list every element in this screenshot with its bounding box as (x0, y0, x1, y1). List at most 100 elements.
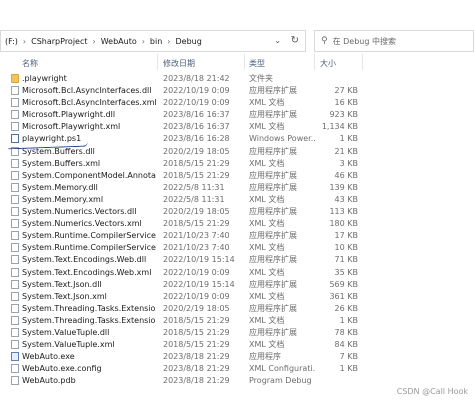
breadcrumb-drive[interactable]: (F:) (5, 37, 18, 46)
file-size: 27 KB (334, 86, 358, 96)
file-size: 1 KB (339, 134, 358, 144)
file-type: XML 文档 (249, 122, 285, 132)
file-row[interactable]: Microsoft.Bcl.AsyncInterfaces.dll 2022/10… (0, 85, 474, 97)
file-name: WebAuto.exe.config (22, 364, 102, 374)
breadcrumb-csharpproject[interactable]: CSharpProject (31, 37, 87, 46)
file-row[interactable]: System.Memory.xml 2022/5/8 11:31 XML 文档 43 … (0, 194, 474, 206)
file-row[interactable]: System.Threading.Tasks.Extensions.dll 202… (0, 303, 474, 315)
file-row[interactable]: System.Runtime.CompilerServices.Un... 202… (0, 242, 474, 254)
file-row[interactable]: System.Buffers.xml 2018/5/15 21:29 XML 文档 3… (0, 158, 474, 170)
breadcrumb-webauto[interactable]: WebAuto (101, 37, 137, 46)
file-date: 2023/8/18 21:42 (163, 74, 230, 83)
file-name: System.Memory.xml (22, 194, 104, 204)
dll-icon (11, 110, 19, 120)
file-size: 84 KB (334, 340, 358, 350)
file-size: 71 KB (334, 255, 358, 265)
column-divider[interactable] (314, 54, 315, 70)
folder-icon (11, 74, 19, 83)
file-row[interactable]: .playwright 2023/8/18 21:42 文件夹 (0, 73, 474, 85)
file-row[interactable]: System.Numerics.Vectors.dll 2020/2/19 18:… (0, 206, 474, 218)
dll-icon (11, 86, 19, 96)
file-name: System.Text.Encodings.Web.xml (22, 267, 152, 277)
xml-icon (11, 315, 19, 325)
file-type: XML 文档 (249, 158, 285, 168)
file-type: XML 文档 (249, 315, 285, 325)
search-input[interactable]: ⚲ 在 Debug 中搜索 (314, 30, 474, 52)
file-row[interactable]: WebAuto.exe.config 2023/8/18 21:29 XML Con… (0, 363, 474, 375)
file-row[interactable]: System.ValueTuple.dll 2018/5/15 21:29 应用程序… (0, 327, 474, 339)
column-header-type[interactable]: 类型 (249, 58, 265, 69)
dll-icon (11, 207, 19, 217)
file-size: 180 KB (329, 219, 358, 229)
file-row[interactable]: System.Text.Encodings.Web.dll 2022/10/19 … (0, 254, 474, 266)
file-type: XML 文档 (249, 291, 285, 301)
column-divider[interactable] (244, 54, 245, 70)
file-date: 2018/5/15 21:29 (163, 315, 230, 325)
breadcrumb-debug[interactable]: Debug (176, 37, 202, 46)
file-date: 2023/8/16 16:37 (163, 110, 230, 120)
file-date: 2021/10/23 7:40 (163, 243, 230, 253)
file-date: 2018/5/15 21:29 (163, 219, 230, 229)
file-row[interactable]: Microsoft.Playwright.xml 2023/8/16 16:37 X… (0, 121, 474, 133)
file-type: Program Debug ... (249, 376, 315, 386)
file-size: 10 KB (334, 243, 358, 253)
file-row[interactable]: WebAuto.exe 2023/8/18 21:29 应用程序 7 KB (0, 351, 474, 363)
file-row[interactable]: System.Memory.dll 2022/5/8 11:31 应用程序扩展 139… (0, 182, 474, 194)
search-icon: ⚲ (321, 36, 328, 46)
column-divider[interactable] (362, 54, 363, 70)
chevron-down-icon[interactable]: ⌄ (274, 36, 281, 45)
file-date: 2018/5/15 21:29 (163, 158, 230, 168)
file-size: 1 KB (339, 315, 358, 325)
file-type: 应用程序扩展 (249, 110, 297, 120)
file-name: System.Runtime.CompilerServices.Un... (22, 231, 156, 241)
file-date: 2023/8/18 21:29 (163, 364, 230, 374)
file-row[interactable]: Microsoft.Playwright.dll 2023/8/16 16:37 应… (0, 109, 474, 121)
file-date: 2021/10/23 7:40 (163, 231, 230, 241)
file-type: XML 文档 (249, 219, 285, 229)
column-divider[interactable] (157, 54, 158, 70)
file-size: 7 KB (339, 352, 358, 362)
breadcrumb-separator: › (22, 36, 27, 46)
file-row[interactable]: System.ComponentModel.Annotation... 2018/… (0, 170, 474, 182)
file-type: 应用程序扩展 (249, 182, 297, 192)
dll-icon (11, 303, 19, 313)
file-name: System.Buffers.xml (22, 158, 101, 168)
breadcrumb-separator: › (167, 36, 171, 46)
file-row[interactable]: WebAuto.pdb 2023/8/18 21:29 Program Debug … (0, 375, 474, 387)
file-size: 1 KB (339, 364, 358, 374)
file-date: 2022/10/19 0:09 (163, 86, 230, 96)
column-header-size[interactable]: 大小 (320, 58, 336, 69)
file-name: System.ValueTuple.xml (22, 340, 115, 350)
file-row[interactable]: System.ValueTuple.xml 2018/5/15 21:29 XML … (0, 339, 474, 351)
xml-icon (11, 340, 19, 350)
refresh-icon[interactable]: ↻ (291, 35, 299, 46)
file-name: Microsoft.Bcl.AsyncInterfaces.dll (22, 86, 152, 96)
file-size: 1,134 KB (321, 122, 358, 132)
file-name: WebAuto.pdb (22, 376, 76, 386)
file-row[interactable]: System.Text.Json.xml 2022/10/19 0:09 XML 文… (0, 291, 474, 303)
file-row[interactable]: System.Numerics.Vectors.xml 2018/5/15 21:… (0, 218, 474, 230)
dll-icon (11, 182, 19, 192)
column-header-date[interactable]: 修改日期 (163, 58, 195, 69)
file-row[interactable]: System.Text.Json.dll 2022/10/19 15:14 应用程序… (0, 279, 474, 291)
file-type: 应用程序扩展 (249, 86, 297, 96)
file-row[interactable]: System.Runtime.CompilerServices.Un... 202… (0, 230, 474, 242)
file-type: 应用程序扩展 (249, 327, 297, 337)
file-row[interactable]: Microsoft.Bcl.AsyncInterfaces.xml 2022/10… (0, 97, 474, 109)
file-date: 2022/10/19 15:14 (163, 279, 235, 289)
file-date: 2018/5/15 21:29 (163, 170, 230, 180)
xml-icon (11, 122, 19, 132)
file-row[interactable]: System.Buffers.dll 2020/2/19 18:05 应用程序扩展 2… (0, 146, 474, 158)
column-header-name[interactable]: 名称 (22, 58, 38, 69)
file-type: 应用程序 (249, 352, 281, 362)
file-row[interactable]: System.Text.Encodings.Web.xml 2022/10/19 … (0, 267, 474, 279)
file-size: 78 KB (334, 327, 358, 337)
address-bar[interactable]: (F:) › CSharpProject › WebAuto › bin › D… (0, 30, 306, 52)
file-date: 2022/5/8 11:31 (163, 182, 225, 192)
dll-icon (11, 279, 19, 289)
file-name: .playwright (22, 74, 67, 83)
file-row[interactable]: System.Threading.Tasks.Extensions.xml 201… (0, 315, 474, 327)
file-date: 2023/8/18 21:29 (163, 376, 230, 386)
breadcrumb-bin[interactable]: bin (150, 37, 162, 46)
file-name: System.Text.Json.dll (22, 279, 102, 289)
